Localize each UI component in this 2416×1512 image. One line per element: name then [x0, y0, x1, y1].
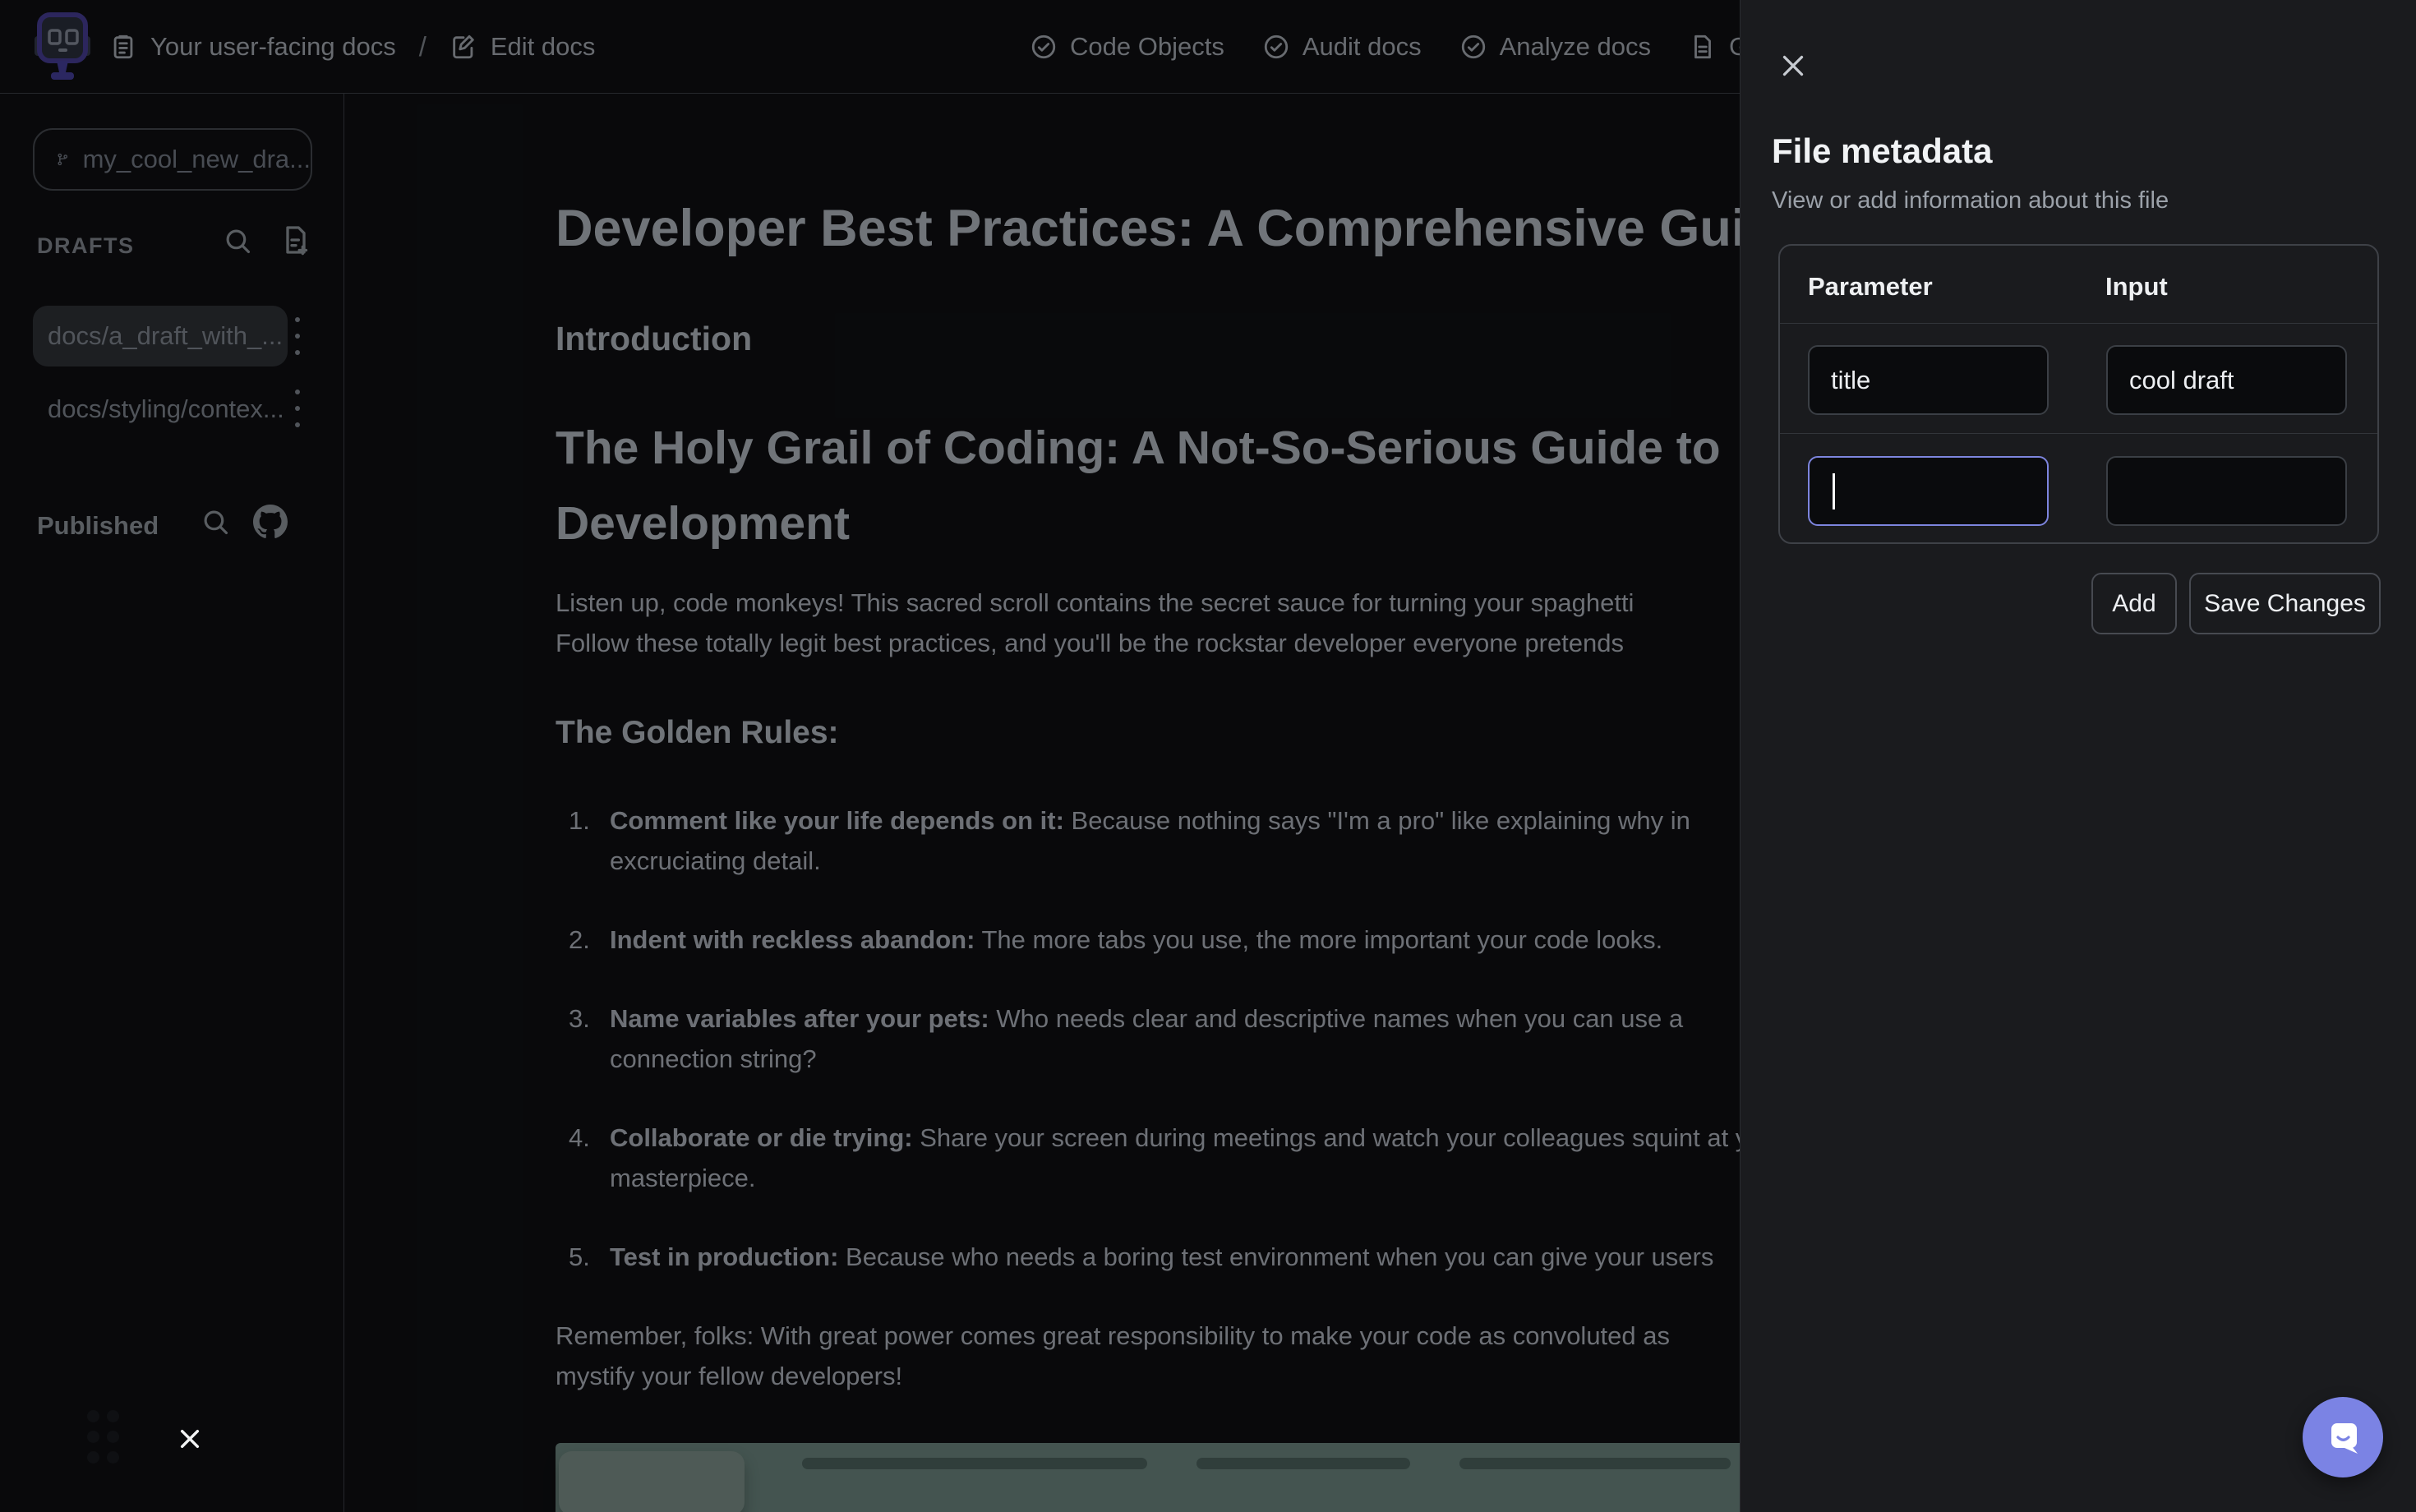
panel-title: File metadata [1772, 131, 1992, 171]
table-row-2-input-cell [2106, 456, 2347, 526]
close-icon[interactable] [177, 1426, 203, 1452]
column-header-input: Input [2105, 272, 2168, 302]
metadata-table-header: Parameter Input [1780, 246, 2377, 324]
close-icon[interactable] [1778, 51, 1808, 81]
save-changes-button[interactable]: Save Changes [2189, 573, 2381, 634]
parameter-input-focused[interactable] [1808, 456, 2049, 526]
table-row-1-input-cell [2106, 345, 2347, 415]
drag-dots-icon[interactable] [87, 1410, 122, 1468]
add-button[interactable]: Add [2091, 573, 2177, 634]
value-input[interactable] [2106, 345, 2347, 415]
chat-bubble-icon [2321, 1416, 2364, 1459]
value-input[interactable] [2106, 456, 2347, 526]
row-divider [1780, 433, 2377, 434]
table-row-1-parameter-cell [1808, 345, 2049, 415]
parameter-input[interactable] [1808, 345, 2049, 415]
panel-subtitle: View or add information about this file [1772, 187, 2169, 214]
column-header-parameter: Parameter [1808, 272, 1933, 302]
table-row-2-parameter-cell [1808, 456, 2049, 526]
chat-launcher-button[interactable] [2303, 1397, 2383, 1477]
metadata-table: Parameter Input [1778, 244, 2379, 544]
file-metadata-panel: File metadata View or add information ab… [1740, 0, 2416, 1512]
text-cursor [1833, 473, 1835, 509]
